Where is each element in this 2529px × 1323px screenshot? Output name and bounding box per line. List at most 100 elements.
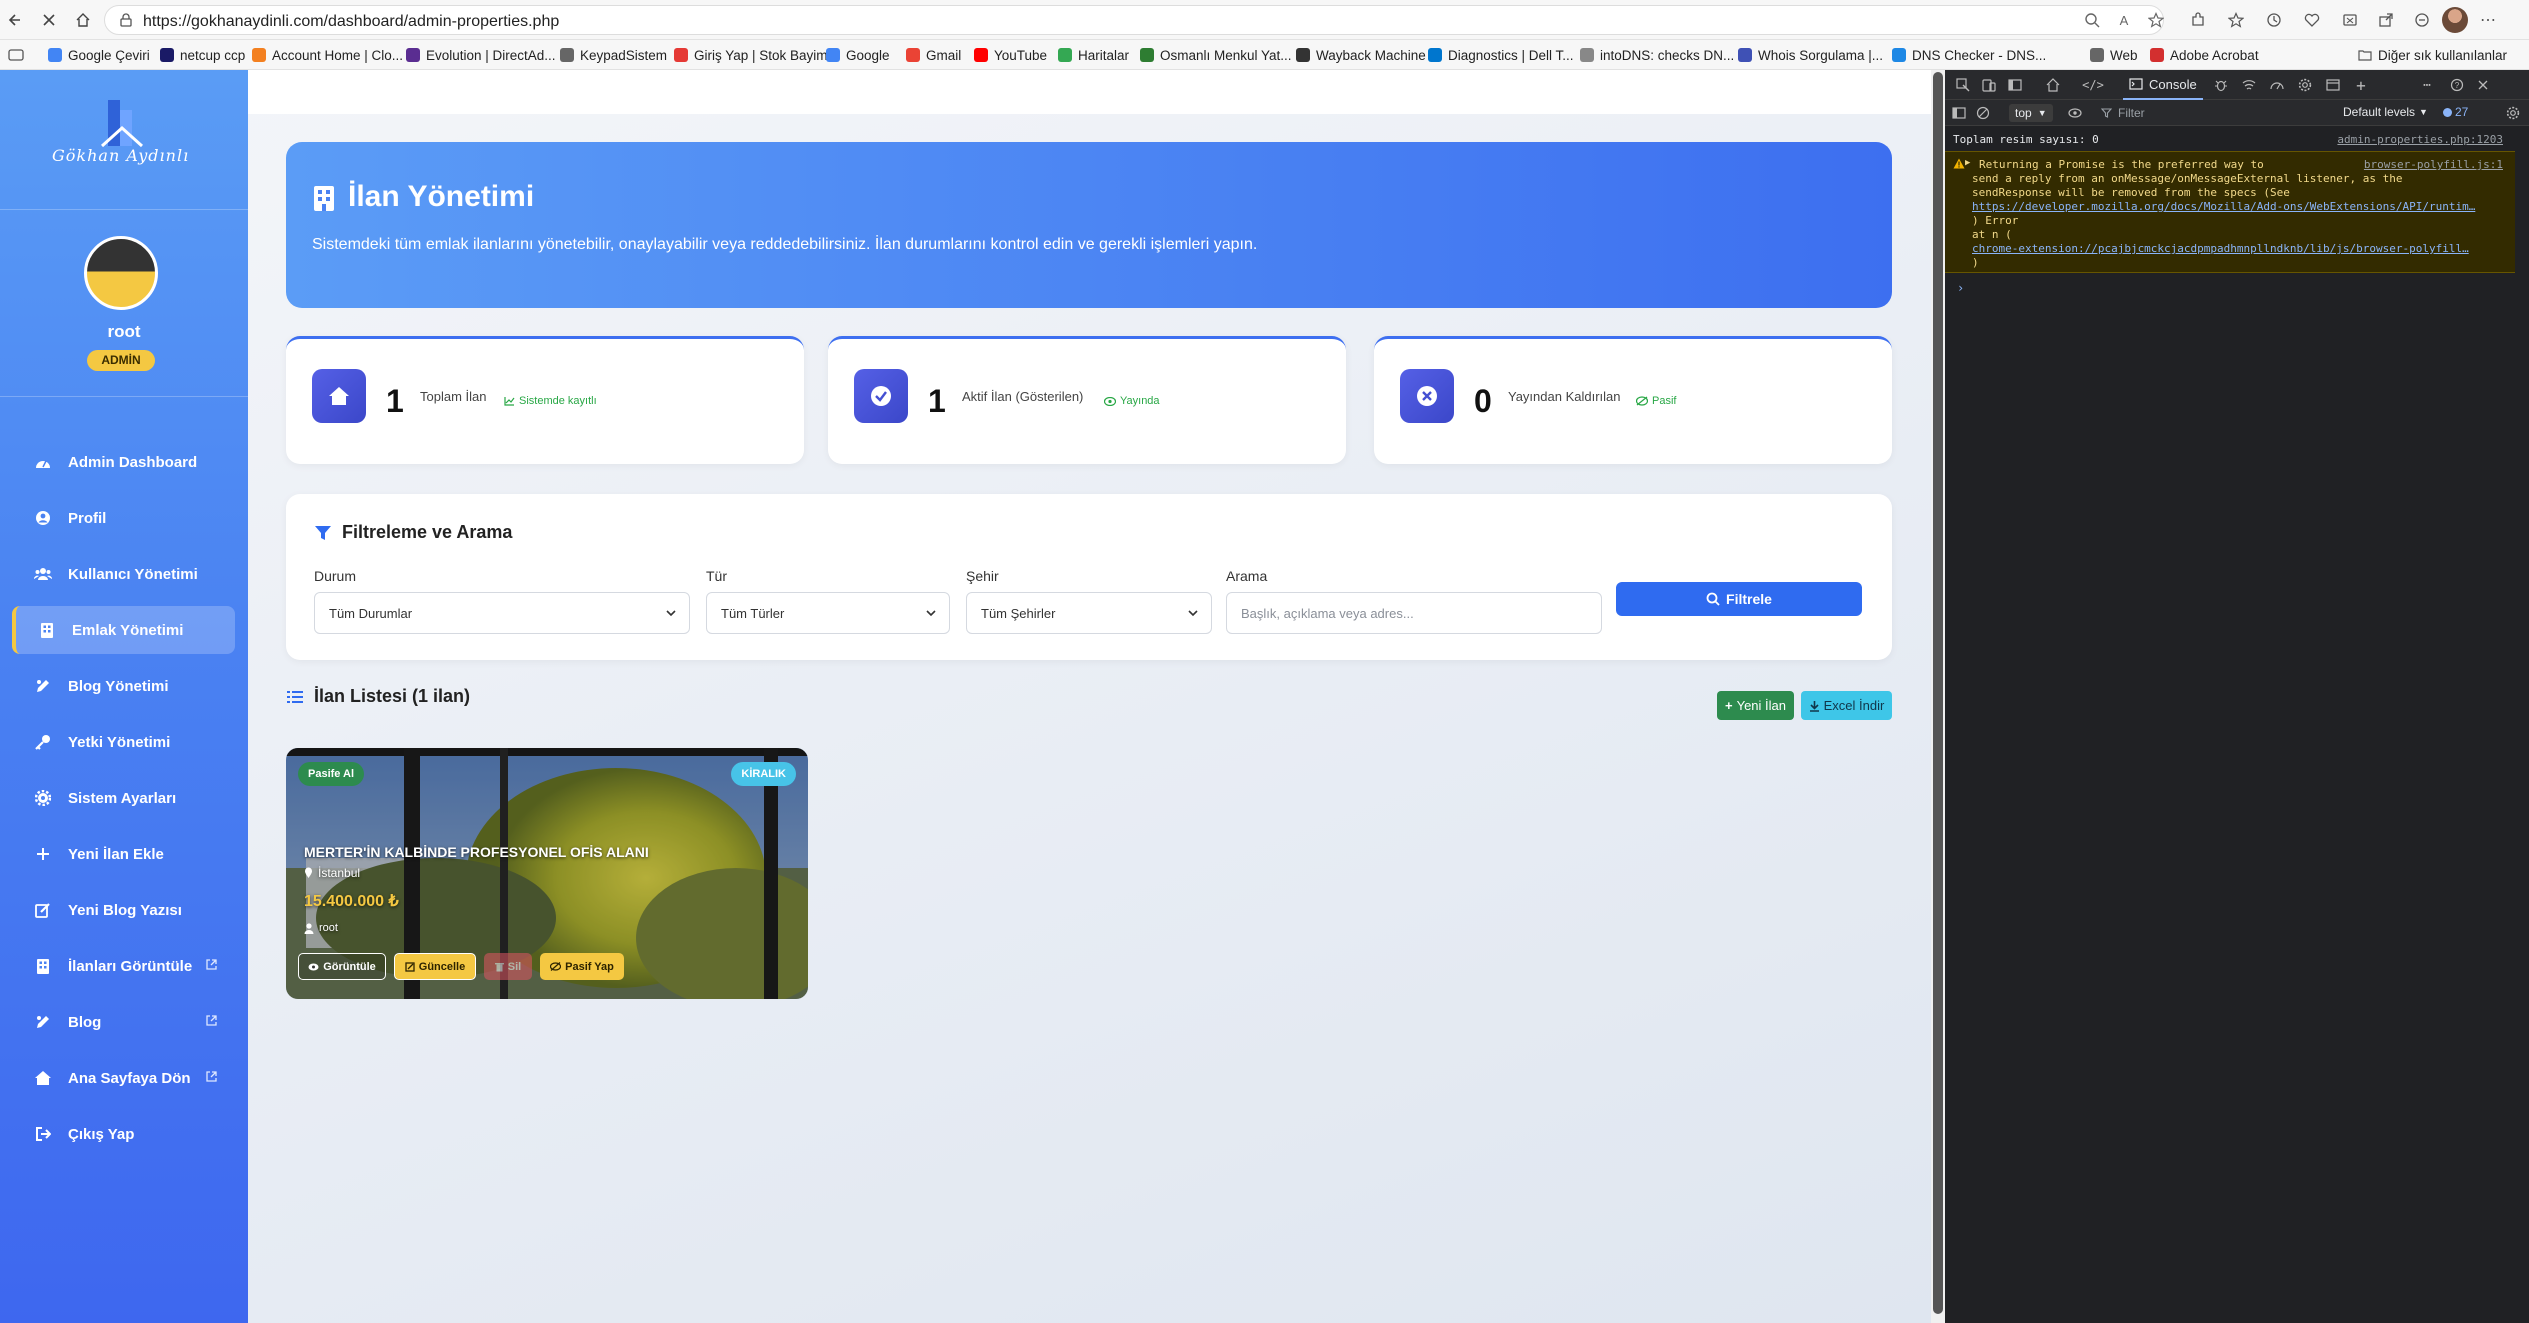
application-icon[interactable] [2325, 77, 2341, 93]
help-icon[interactable]: ? [2449, 77, 2465, 93]
copilot-icon[interactable] [2412, 10, 2432, 30]
add-tab-icon[interactable]: + [2353, 76, 2369, 95]
extensions-icon[interactable] [2188, 10, 2208, 30]
view-button[interactable]: Görüntüle [298, 953, 386, 980]
page-scrollbar-thumb[interactable] [1933, 72, 1943, 1314]
search-input[interactable] [1226, 592, 1602, 634]
console-prompt[interactable]: › [1957, 281, 1964, 295]
sidebar-item-profil[interactable]: Profil [12, 494, 235, 542]
live-expression-eye-icon[interactable] [2067, 105, 2083, 121]
issues-counter[interactable]: 27 [2443, 105, 2468, 119]
type-select[interactable]: Tüm Türler [706, 592, 950, 634]
performance-icon[interactable] [2269, 77, 2285, 93]
back-icon[interactable] [2, 9, 24, 31]
sidebar-item-sistem-ayarları[interactable]: Sistem Ayarları [12, 774, 235, 822]
property-title[interactable]: MERTER'İN KALBİNDE PROFESYONEL OFİS ALAN… [304, 844, 649, 860]
expand-arrow-icon[interactable]: ▶ [1965, 158, 1970, 168]
stop-loading-icon[interactable] [38, 9, 60, 31]
history-icon[interactable] [2264, 10, 2284, 30]
sidebar-item-emlak-yönetimi[interactable]: Emlak Yönetimi [12, 606, 235, 654]
make-passive-button[interactable]: Pasif Yap [540, 953, 624, 980]
url-text[interactable]: https://gokhanaydinli.com/dashboard/admi… [143, 13, 559, 31]
bookmark-item[interactable]: Adobe Acrobat [2150, 46, 2259, 64]
sidebar-item-yeni-i-lan-ekle[interactable]: Yeni İlan Ekle [12, 830, 235, 878]
site-info-icon[interactable] [119, 13, 133, 27]
screenshot-icon[interactable] [2340, 10, 2360, 30]
zoom-icon[interactable] [2082, 10, 2102, 30]
page-scrollbar[interactable] [1931, 70, 1945, 1323]
tab-console[interactable]: Console [2123, 70, 2203, 100]
sidebar-item-blog-yönetimi[interactable]: Blog Yönetimi [12, 662, 235, 710]
profile-avatar[interactable] [2442, 7, 2468, 33]
context-select[interactable]: top ▼ [2009, 104, 2053, 122]
status-badge[interactable]: Pasife Al [298, 762, 365, 786]
warning-link[interactable]: https://developer.mozilla.org/docs/Mozil… [1972, 200, 2475, 213]
bookmark-item[interactable]: YouTube [974, 46, 1047, 64]
more-menu-icon[interactable]: ⋯ [2478, 10, 2498, 30]
welcome-home-icon[interactable] [2045, 77, 2061, 93]
console-settings-icon[interactable] [2505, 105, 2521, 121]
bookmark-item[interactable]: Account Home | Clo... [252, 46, 403, 64]
favorite-star-icon[interactable] [2146, 10, 2166, 30]
sidebar-item-yeni-blog-yazısı[interactable]: Yeni Blog Yazısı [12, 886, 235, 934]
site-logo[interactable]: Gökhan Aydınlı [0, 70, 248, 210]
update-button[interactable]: Güncelle [394, 953, 476, 980]
devtools-more-icon[interactable]: ⋯ [2419, 77, 2435, 93]
favorites-icon[interactable] [2226, 10, 2246, 30]
console-filter-input[interactable]: Filter [2095, 104, 2295, 122]
bookmark-item[interactable]: Google [826, 46, 890, 64]
chart-line-icon [504, 397, 515, 406]
sidebar-item-i-lanları-görüntüle[interactable]: İlanları Görüntüle [12, 942, 235, 990]
bookmark-item[interactable]: intoDNS: checks DN... [1580, 46, 1734, 64]
log-levels-label: Default levels [2343, 105, 2416, 119]
close-devtools-icon[interactable] [2475, 77, 2491, 93]
sidebar-toggle-icon[interactable] [1951, 105, 1967, 121]
status-select[interactable]: Tüm Durumlar [314, 592, 690, 634]
sidebar-item-kullanıcı-yönetimi[interactable]: Kullanıcı Yönetimi [12, 550, 235, 598]
bookmark-favicon-icon [1892, 48, 1906, 62]
bookmark-item[interactable]: Giriş Yap | Stok Bayim [674, 46, 828, 64]
bookmark-item[interactable]: Diagnostics | Dell T... [1428, 46, 1574, 64]
bookmark-item[interactable]: KeypadSistem [560, 46, 667, 64]
bookmark-item[interactable]: Google Çeviri [48, 46, 150, 64]
bookmark-item[interactable]: Osmanlı Menkul Yat... [1140, 46, 1292, 64]
home-icon[interactable] [72, 9, 94, 31]
sources-bug-icon[interactable] [2213, 77, 2229, 93]
bookmark-item[interactable]: Haritalar [1058, 46, 1129, 64]
bookmark-item[interactable]: Web [2090, 46, 2138, 64]
bookmark-item[interactable]: DNS Checker - DNS... [1892, 46, 2046, 64]
city-select[interactable]: Tüm Şehirler [966, 592, 1212, 634]
log-levels-select[interactable]: Default levels ▼ [2343, 105, 2428, 119]
delete-button[interactable]: Sil [484, 953, 532, 980]
bookmark-item[interactable]: Evolution | DirectAd... [406, 46, 556, 64]
settings-gear-icon[interactable] [2297, 77, 2313, 93]
sidebar-item-çıkış-yap[interactable]: Çıkış Yap [12, 1110, 235, 1158]
excel-download-button[interactable]: Excel İndir [1801, 691, 1892, 720]
bookmark-other[interactable]: Diğer sık kullanılanlar [2358, 46, 2507, 64]
bookmark-item[interactable]: Wayback Machine [1296, 46, 1426, 64]
network-wifi-icon[interactable] [2241, 77, 2257, 93]
share-icon[interactable] [2376, 10, 2396, 30]
sidebar-item-ana-sayfaya-dön[interactable]: Ana Sayfaya Dön [12, 1054, 235, 1102]
bookmark-item[interactable]: Whois Sorgulama |... [1738, 46, 1883, 64]
filter-button[interactable]: Filtrele [1616, 582, 1862, 616]
sidebar-item-blog[interactable]: Blog [12, 998, 235, 1046]
console-log-source-link[interactable]: admin-properties.php:1203 [2337, 133, 2503, 146]
bookmark-item[interactable]: netcup ccp [160, 46, 245, 64]
warning-link[interactable]: chrome-extension://pcajbjcmckcjacdpmpadh… [1972, 242, 2469, 255]
dock-side-icon[interactable] [2007, 77, 2023, 93]
property-card[interactable]: Pasife Al KİRALIK MERTER'İN KALBİNDE PRO… [286, 748, 808, 999]
address-bar[interactable]: https://gokhanaydinli.com/dashboard/admi… [104, 5, 2164, 35]
sidebar-item-yetki-yönetimi[interactable]: Yetki Yönetimi [12, 718, 235, 766]
elements-tab-icon[interactable]: </> [2082, 77, 2104, 93]
read-aloud-icon[interactable]: A [2114, 10, 2134, 30]
bookmark-item[interactable]: Gmail [906, 46, 961, 64]
new-listing-button[interactable]: + Yeni İlan [1717, 691, 1794, 720]
bookmarks-toggle-icon[interactable] [8, 46, 24, 64]
warning-source-link[interactable]: browser-polyfill.js:1 [2364, 158, 2503, 171]
sidebar-item-admin-dashboard[interactable]: Admin Dashboard [12, 438, 235, 486]
heart-icon[interactable] [2302, 10, 2322, 30]
clear-console-icon[interactable] [1975, 105, 1991, 121]
inspect-element-icon[interactable] [1955, 77, 1971, 93]
device-toolbar-icon[interactable] [1981, 77, 1997, 93]
